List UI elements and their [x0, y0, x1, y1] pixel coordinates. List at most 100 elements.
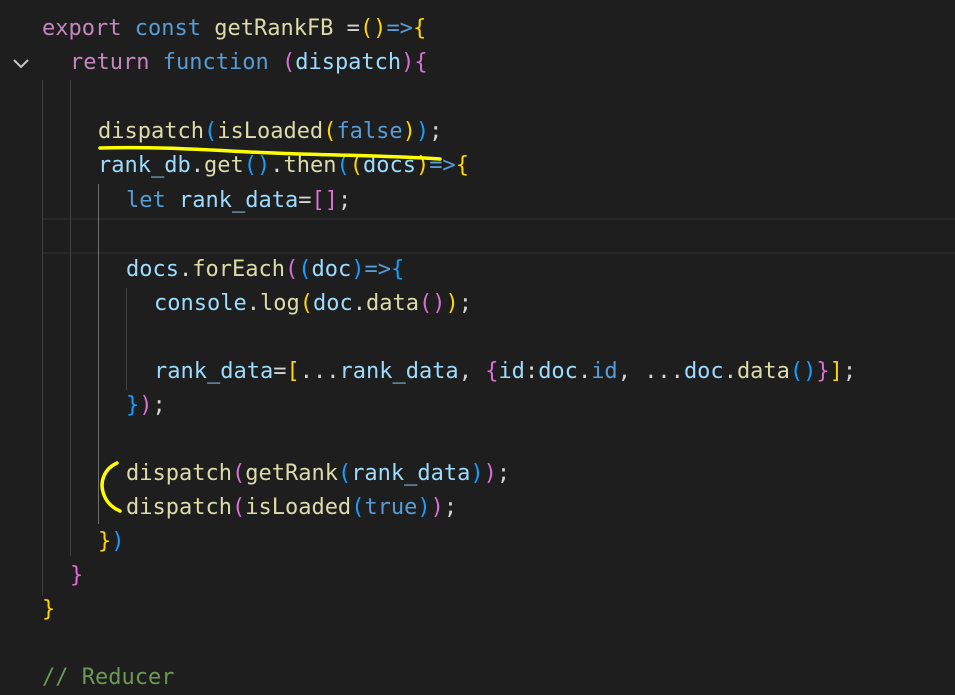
- code-token: (: [323, 119, 337, 144]
- code-token: .: [270, 153, 284, 178]
- code-token: ;: [458, 291, 472, 316]
- highlighter-annotation: [98, 145, 442, 513]
- code-token: data: [365, 291, 419, 316]
- code-token: console: [154, 291, 247, 316]
- code-token: {: [485, 359, 499, 384]
- code-token: (: [298, 257, 312, 282]
- code-token: ): [417, 495, 431, 520]
- code-token: (): [359, 16, 387, 41]
- code-token: doc: [312, 291, 353, 316]
- code-token: data: [736, 359, 790, 384]
- code-token: rank_db: [98, 153, 191, 178]
- code-token: {: [414, 50, 428, 75]
- code-token: return: [70, 50, 150, 75]
- code-token: (: [203, 119, 218, 144]
- code-token: .: [178, 257, 193, 282]
- code-token: getRankFB: [214, 16, 334, 41]
- code-token: }: [70, 563, 84, 588]
- code-token: ;: [496, 461, 511, 486]
- code-token: }: [816, 359, 830, 384]
- code-line[interactable]: // Reducer: [42, 661, 174, 695]
- code-token: ): [401, 50, 415, 75]
- code-token: {: [412, 16, 427, 41]
- code-token: =>: [429, 153, 456, 178]
- code-token: ): [483, 461, 497, 486]
- code-token: isLoaded: [217, 119, 324, 144]
- code-token: then: [283, 153, 337, 178]
- code-line[interactable]: dispatch(isLoaded(true));: [126, 491, 457, 525]
- code-token: (: [351, 495, 365, 520]
- code-token: dispatch: [126, 461, 232, 486]
- code-line[interactable]: rank_data=[...rank_data, {id:doc.id, ...…: [154, 355, 856, 389]
- indent-guide: [70, 80, 71, 556]
- code-token: true: [364, 495, 418, 520]
- code-token: export: [42, 16, 122, 41]
- code-line[interactable]: dispatch(getRank(rank_data));: [126, 457, 510, 491]
- code-token: .: [723, 359, 737, 384]
- code-token: .: [246, 291, 260, 316]
- code-token: ;: [429, 119, 443, 144]
- code-editor[interactable]: export const getRankFB =()=>{ return fun…: [0, 0, 955, 691]
- code-token: }: [126, 393, 140, 418]
- code-line[interactable]: console.log(doc.data());: [154, 287, 472, 321]
- code-line[interactable]: rank_db.get().then((docs)=>{: [98, 149, 469, 183]
- indent-guide: [42, 80, 43, 596]
- code-token: docs: [126, 257, 179, 282]
- code-token: ;: [337, 188, 352, 213]
- code-token: {: [455, 153, 469, 178]
- code-token: ...: [299, 359, 340, 384]
- code-line[interactable]: docs.forEach((doc)=>{: [126, 253, 404, 287]
- code-token: doc: [311, 257, 352, 282]
- code-token: // Reducer: [42, 665, 175, 690]
- code-token: id: [498, 359, 525, 384]
- code-token: .: [352, 291, 366, 316]
- code-token: const: [134, 16, 201, 41]
- code-token: ): [402, 119, 416, 144]
- code-token: (: [337, 461, 352, 486]
- code-token: doc: [683, 359, 724, 384]
- code-token: =: [273, 359, 287, 384]
- code-line[interactable]: }: [70, 559, 83, 593]
- code-token: .: [577, 359, 592, 384]
- code-token: false: [336, 119, 403, 144]
- code-token: log: [259, 291, 300, 316]
- code-token: ): [415, 153, 430, 178]
- code-token: (): [789, 359, 817, 384]
- code-token: forEach: [192, 257, 285, 282]
- code-line[interactable]: export const getRankFB =()=>{: [42, 12, 426, 46]
- code-token: rank_data: [154, 359, 274, 384]
- code-token: ,: [617, 359, 645, 384]
- code-token: =>: [364, 257, 391, 282]
- code-token: (: [299, 291, 313, 316]
- code-token: ): [415, 119, 430, 144]
- code-token: }: [98, 529, 112, 554]
- chevron-down-icon[interactable]: [10, 52, 32, 74]
- code-token: ;: [842, 359, 857, 384]
- code-token: =: [333, 16, 360, 41]
- code-token: (: [231, 461, 246, 486]
- code-token: rank_data: [351, 461, 471, 486]
- code-token: function: [162, 50, 269, 75]
- code-token: (): [243, 153, 271, 178]
- code-token: []: [311, 188, 338, 213]
- code-token: ,: [458, 359, 486, 384]
- code-token: ): [445, 291, 459, 316]
- code-token: getRank: [245, 461, 338, 486]
- code-line[interactable]: let rank_data=[];: [126, 184, 351, 218]
- code-token: (: [284, 257, 299, 282]
- code-token: (: [336, 153, 350, 178]
- code-line[interactable]: });: [126, 389, 166, 423]
- code-token: rank_data: [339, 359, 459, 384]
- code-line[interactable]: }: [42, 593, 55, 627]
- code-token: doc: [538, 359, 578, 384]
- code-token: dispatch: [295, 50, 402, 75]
- code-token: rank_data: [179, 188, 299, 213]
- code-token: {: [390, 257, 405, 282]
- code-line[interactable]: }): [98, 525, 125, 559]
- highlighter-bracket: [100, 461, 122, 513]
- code-token: (: [349, 153, 363, 178]
- code-line[interactable]: dispatch(isLoaded(false));: [98, 115, 442, 149]
- code-line[interactable]: return function (dispatch){: [70, 46, 428, 80]
